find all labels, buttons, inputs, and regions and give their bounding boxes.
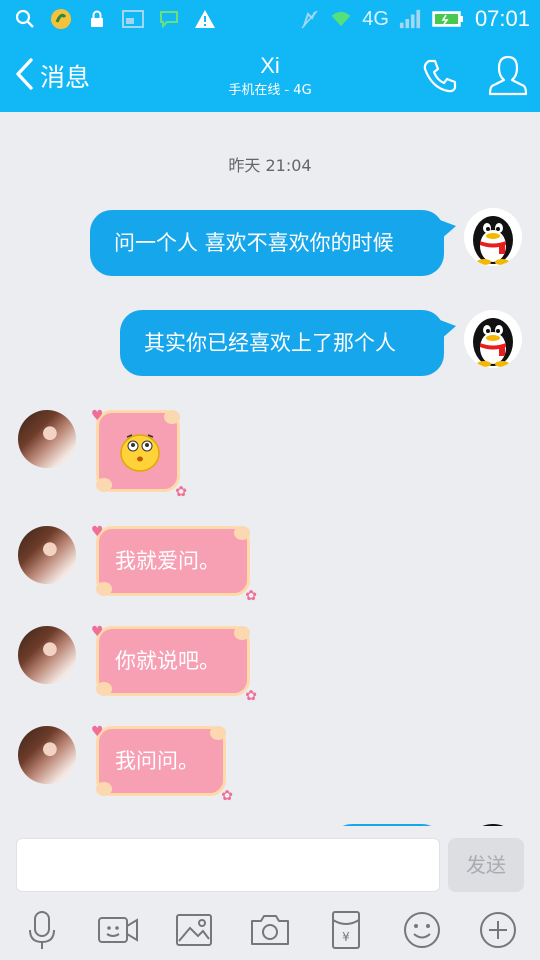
message-text: 我问问。 <box>115 749 199 773</box>
incoming-message[interactable]: ♥ ✿ 你就说吧。 <box>91 625 257 703</box>
outgoing-message[interactable]: 其实你已经喜欢上了那个人 <box>120 310 456 376</box>
conversation-header: 消息 Xi 手机在线 - 4G <box>0 38 540 112</box>
bubble-decoration <box>164 410 180 424</box>
bow-icon: ✿ <box>245 588 257 604</box>
incoming-message[interactable]: ♥ ✿ <box>91 409 187 499</box>
person-icon <box>488 55 528 100</box>
battery-icon <box>431 8 465 30</box>
message-text: 问一个人 喜欢不喜欢你的时候 <box>114 231 394 255</box>
wifi-icon <box>330 8 352 30</box>
penguin-icon <box>473 318 513 367</box>
heart-icon: ♥ <box>91 724 104 740</box>
bow-icon: ✿ <box>245 688 257 704</box>
contact-status: 手机在线 - 4G <box>228 83 312 98</box>
clock: 07:01 <box>474 6 530 31</box>
contact-name: Xi <box>260 53 280 78</box>
bubble-decoration <box>96 682 112 696</box>
emoji-confused-face-icon <box>119 429 161 498</box>
profile-button[interactable] <box>488 54 528 96</box>
system-status: 4G 07:01 <box>298 6 530 32</box>
warning-icon <box>194 8 216 30</box>
my-avatar[interactable] <box>464 310 522 368</box>
send-button[interactable]: 发送 <box>448 838 524 892</box>
emoji-icon[interactable] <box>400 910 444 950</box>
back-button[interactable]: 消息 <box>14 56 90 96</box>
heart-icon: ♥ <box>91 408 104 424</box>
penguin-icon <box>473 216 513 265</box>
bow-icon: ✿ <box>175 484 187 500</box>
bubble-tail <box>440 220 456 240</box>
contact-avatar[interactable] <box>18 626 76 684</box>
composer: 发送 ¥ <box>0 826 540 960</box>
chevron-left-icon <box>14 57 34 95</box>
heart-icon: ♥ <box>91 624 104 640</box>
voice-call-button[interactable] <box>420 56 460 96</box>
bubble-decoration <box>234 526 250 540</box>
image-icon[interactable] <box>172 910 216 950</box>
lock-icon <box>86 8 108 30</box>
message-timestamp: 昨天 21:04 <box>228 156 312 175</box>
bubble-decoration <box>96 782 112 796</box>
message-text: 你就说吧。 <box>115 649 220 673</box>
message-text: 我就爱问。 <box>115 549 220 573</box>
microphone-icon[interactable] <box>20 910 64 950</box>
contact-avatar[interactable] <box>18 410 76 468</box>
contact-title[interactable]: Xi 手机在线 - 4G <box>170 52 370 100</box>
network-type: 4G <box>362 7 389 30</box>
notification-icons <box>14 8 216 30</box>
video-call-icon[interactable] <box>96 910 140 950</box>
vibrate-off-icon <box>298 8 320 30</box>
chat-screen: 4G 07:01 消息 Xi 手机在线 - 4G 昨天 21:04 问一个人 喜… <box>0 0 540 960</box>
message-list[interactable]: 昨天 21:04 问一个人 喜欢不喜欢你的时候 其实你已经喜欢上了那个人 ♥ ✿… <box>0 112 540 826</box>
status-bar: 4G 07:01 <box>0 0 540 38</box>
outgoing-message[interactable]: 问一个人 喜欢不喜欢你的时候 <box>90 210 456 276</box>
bubble-tail <box>440 320 456 340</box>
message-text: 其实你已经喜欢上了那个人 <box>144 331 396 355</box>
red-packet-icon[interactable]: ¥ <box>324 910 368 950</box>
search-icon <box>14 8 36 30</box>
contact-avatar[interactable] <box>18 726 76 784</box>
bubble-decoration <box>96 478 112 492</box>
plus-icon[interactable] <box>476 910 520 950</box>
signal-icon <box>399 8 421 30</box>
contact-avatar[interactable] <box>18 526 76 584</box>
message-input[interactable] <box>16 838 440 892</box>
bubble-decoration <box>210 726 226 740</box>
incoming-message[interactable]: ♥ ✿ 我问问。 <box>91 725 233 803</box>
back-label: 消息 <box>40 63 91 92</box>
phone-icon <box>420 59 460 100</box>
message-icon <box>158 8 180 30</box>
bubble-decoration <box>96 582 112 596</box>
screenshot-icon <box>122 8 144 30</box>
incoming-message[interactable]: ♥ ✿ 我就爱问。 <box>91 525 257 603</box>
svg-text:¥: ¥ <box>342 930 350 944</box>
app-notification-icon <box>50 8 72 30</box>
my-avatar[interactable] <box>464 208 522 266</box>
bow-icon: ✿ <box>221 788 233 804</box>
camera-icon[interactable] <box>248 910 292 950</box>
heart-icon: ♥ <box>91 524 104 540</box>
bubble-decoration <box>234 626 250 640</box>
